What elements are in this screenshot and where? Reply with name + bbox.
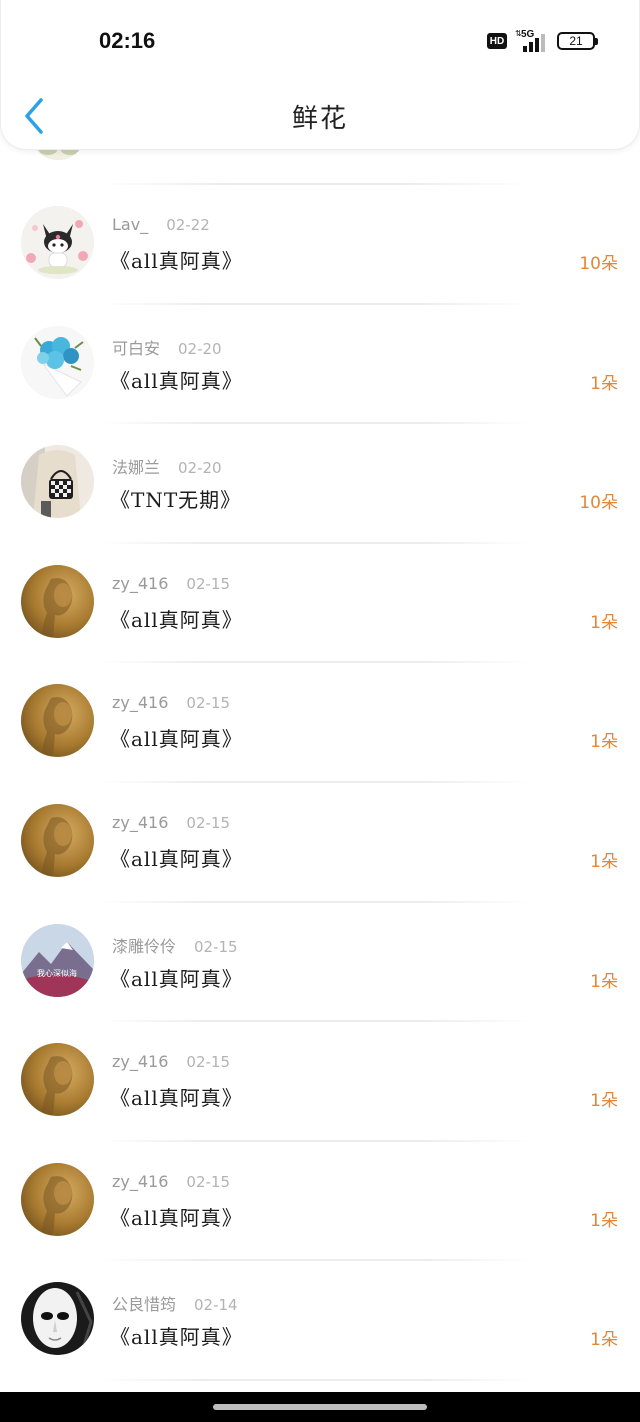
date: 02-15 [186, 813, 230, 832]
flower-count: 1朵 [590, 373, 618, 394]
hd-icon: HD [487, 33, 507, 49]
date: 02-15 [194, 937, 238, 956]
list-item[interactable]: 可白安 02-20 《all真阿真》 1朵 [0, 305, 640, 425]
row-meta: zy_416 02-15 [112, 574, 230, 593]
book-title[interactable]: 《all真阿真》 [110, 1321, 243, 1350]
book-title[interactable]: 《all真阿真》 [110, 723, 243, 752]
row-meta: 公良惜筠 02-14 [112, 1291, 238, 1315]
home-indicator[interactable] [213, 1404, 427, 1410]
date: 02-15 [186, 574, 230, 593]
list-item[interactable]: 法娜兰 02-20 《TNT无期》 10朵 [0, 424, 640, 544]
list-item[interactable]: 我心深似海 漆雕伶伶 02-15 《all真阿真》 1朵 [0, 903, 640, 1023]
header: 02:16 HD ⇅ 5G 21 鲜花 [0, 0, 640, 150]
avatar[interactable] [21, 1162, 94, 1236]
status-icons: HD ⇅ 5G 21 [487, 29, 598, 52]
avatar[interactable] [21, 325, 94, 399]
row-meta: Lav_ 02-22 [112, 215, 210, 234]
flower-list: Lav_ 02-22 《all真阿真》 10朵 可白安 02-20 《all真阿… [0, 185, 640, 1381]
row-meta: 可白安 02-20 [112, 335, 222, 359]
row-meta: zy_416 02-15 [112, 1172, 230, 1191]
date: 02-20 [178, 339, 222, 358]
date: 02-22 [166, 216, 210, 234]
list-item[interactable]: zy_416 02-15 《all真阿真》 1朵 [0, 1142, 640, 1262]
list-item[interactable]: 公良惜筠 02-14 《all真阿真》 1朵 [0, 1261, 640, 1381]
book-title[interactable]: 《all真阿真》 [110, 1202, 243, 1231]
status-time: 02:16 [99, 28, 156, 53]
list-item[interactable]: zy_416 02-15 《all真阿真》 1朵 [0, 783, 640, 903]
list-item[interactable]: zy_416 02-15 《all真阿真》 1朵 [0, 544, 640, 664]
flower-count: 1朵 [590, 612, 618, 633]
screen: 02:16 HD ⇅ 5G 21 鲜花 Lav_ 02-22 《all真阿真》 … [0, 0, 640, 1422]
user-name[interactable]: zy_416 [112, 693, 168, 712]
page-title: 鲜花 [291, 104, 348, 134]
user-name[interactable]: 公良惜筠 [112, 1291, 176, 1315]
user-name[interactable]: zy_416 [112, 1052, 168, 1071]
battery-icon: 21 [557, 32, 598, 50]
book-title[interactable]: 《TNT无期》 [110, 484, 241, 513]
avatar[interactable] [21, 1282, 94, 1356]
book-title[interactable]: 《all真阿真》 [110, 365, 243, 394]
book-title[interactable]: 《all真阿真》 [110, 963, 243, 992]
avatar[interactable] [21, 684, 94, 758]
list-item[interactable]: Lav_ 02-22 《all真阿真》 10朵 [0, 185, 640, 305]
flower-count: 10朵 [579, 254, 618, 274]
divider [100, 1378, 530, 1381]
navigation-bar [0, 1392, 640, 1422]
row-meta: 法娜兰 02-20 [112, 454, 222, 478]
battery-level: 21 [569, 34, 583, 48]
user-name[interactable]: zy_416 [112, 574, 168, 593]
flower-count: 1朵 [590, 851, 618, 872]
book-title[interactable]: 《all真阿真》 [110, 1082, 243, 1111]
user-name[interactable]: Lav_ [112, 215, 148, 234]
flower-count: 10朵 [579, 493, 618, 514]
row-meta: zy_416 02-15 [112, 693, 230, 712]
book-title[interactable]: 《all真阿真》 [110, 604, 243, 633]
row-meta: zy_416 02-15 [112, 1052, 230, 1071]
book-title[interactable]: 《all真阿真》 [110, 245, 243, 274]
flower-count: 1朵 [590, 1091, 618, 1112]
avatar[interactable] [21, 1043, 94, 1117]
avatar[interactable]: 我心深似海 [21, 923, 94, 997]
book-title[interactable]: 《all真阿真》 [110, 843, 243, 872]
flower-count: 1朵 [590, 1330, 618, 1351]
date: 02-15 [186, 1053, 230, 1072]
flower-count: 1朵 [590, 1210, 618, 1231]
date: 02-15 [186, 1172, 230, 1191]
list-item[interactable]: zy_416 02-15 《all真阿真》 1朵 [0, 663, 640, 783]
avatar[interactable] [21, 803, 94, 877]
avatar[interactable] [21, 445, 94, 519]
row-meta: 漆雕伶伶 02-15 [112, 933, 238, 957]
list-item[interactable]: zy_416 02-15 《all真阿真》 1朵 [0, 1022, 640, 1142]
avatar[interactable] [21, 564, 94, 638]
date: 02-15 [186, 694, 230, 713]
user-name[interactable]: 可白安 [112, 335, 160, 359]
user-name[interactable]: zy_416 [112, 1172, 168, 1191]
signal-icon: ⇅ 5G [515, 29, 549, 52]
user-name[interactable]: 漆雕伶伶 [112, 933, 176, 957]
date: 02-20 [178, 459, 222, 478]
row-meta: zy_416 02-15 [112, 813, 230, 832]
user-name[interactable]: zy_416 [112, 813, 168, 832]
avatar-caption: 我心深似海 [37, 968, 77, 978]
flower-count: 1朵 [590, 971, 618, 992]
flower-count: 1朵 [590, 732, 618, 753]
date: 02-14 [194, 1296, 238, 1315]
user-name[interactable]: 法娜兰 [112, 454, 160, 478]
avatar[interactable] [21, 206, 94, 279]
